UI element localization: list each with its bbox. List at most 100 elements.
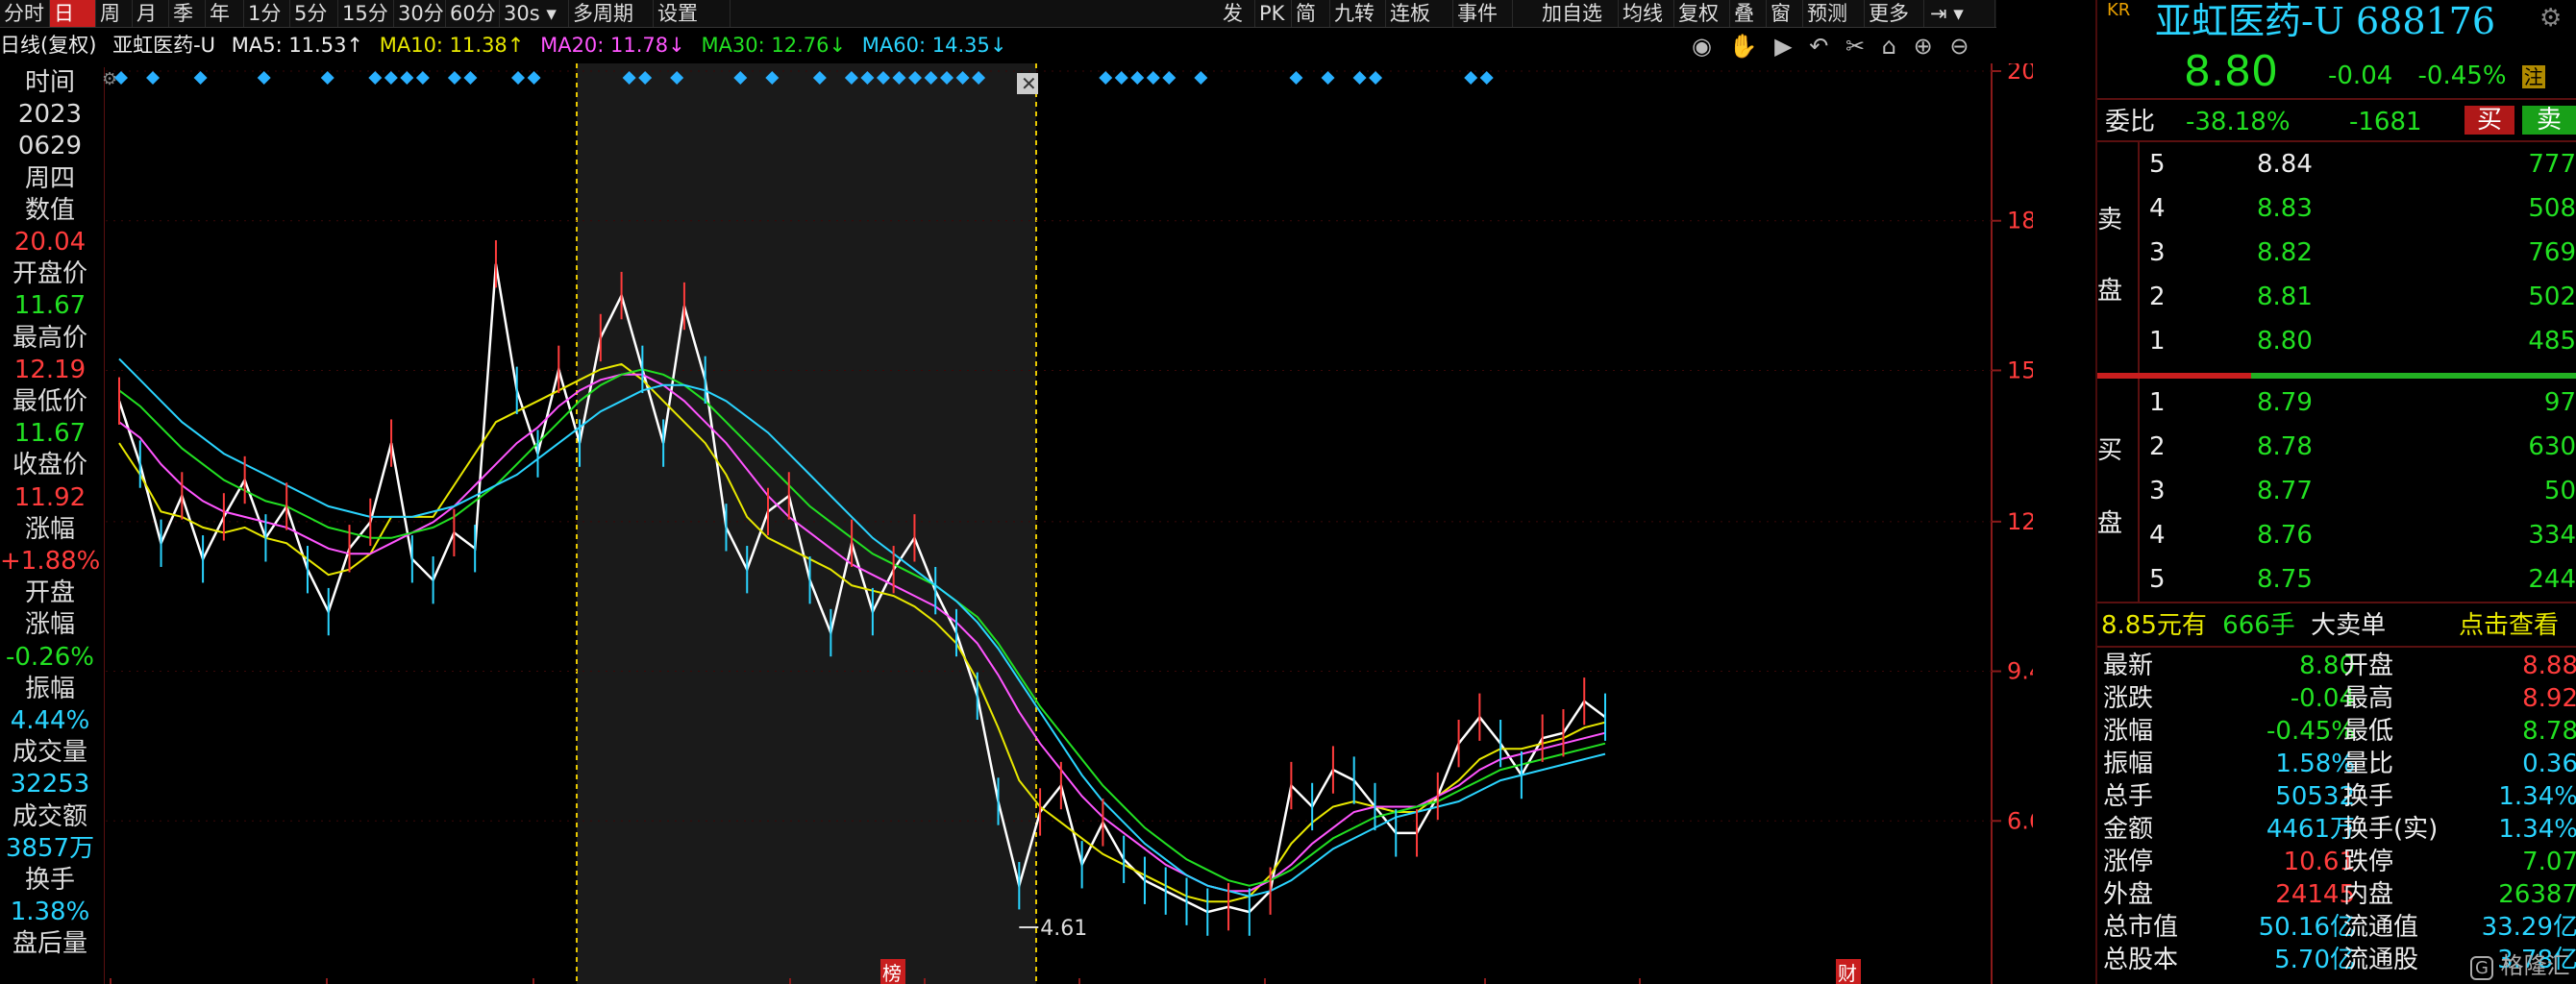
zoom-out-icon[interactable]: ⊖ xyxy=(1949,33,1969,60)
toolbar-item-1[interactable]: PK xyxy=(1255,0,1292,27)
stat-v2-1: 8.92 xyxy=(2522,684,2576,713)
ask-lvl-4: 1 xyxy=(2149,327,2166,356)
signal-diamond-6 xyxy=(384,71,398,85)
sell-button[interactable]: 卖 xyxy=(2522,106,2576,135)
watermark-icon: G xyxy=(2470,956,2493,980)
period-tab-10[interactable]: 60分 xyxy=(446,0,500,27)
left-info-26: 1.38% xyxy=(10,898,90,927)
bid-vol-3: 334 xyxy=(2528,521,2576,550)
signal-diamond-7 xyxy=(400,71,414,85)
period-tab-1[interactable]: 日 xyxy=(50,0,96,27)
watermark-text: 格隆汇 xyxy=(2500,952,2570,979)
y-tick-label-0: 20.86 xyxy=(2007,63,2033,85)
bid-price-2[interactable]: 8.77 xyxy=(2257,477,2313,505)
period-tab-8[interactable]: 15分 xyxy=(338,0,394,27)
bid-vol-2: 50 xyxy=(2543,477,2576,505)
toolbar-item-7[interactable]: 均线 xyxy=(1619,0,1674,27)
ask-price-1[interactable]: 8.83 xyxy=(2257,194,2313,223)
bid-price-1[interactable]: 8.78 xyxy=(2257,432,2313,461)
signal-diamond-28 xyxy=(1099,71,1113,85)
eye-icon[interactable]: ◉ xyxy=(1692,33,1712,60)
signal-diamond-35 xyxy=(1321,71,1335,85)
period-tab-13[interactable]: 设置 xyxy=(654,0,731,27)
scissors-icon[interactable]: ✂ xyxy=(1845,33,1865,60)
undo-icon[interactable]: ↶ xyxy=(1809,33,1828,60)
ask-price-0[interactable]: 8.84 xyxy=(2257,150,2313,179)
stat-l2-8: 流通值 xyxy=(2343,913,2419,942)
stat-v2-5: 1.34% xyxy=(2498,815,2576,844)
toolbar-item-5[interactable]: 事件 xyxy=(1453,0,1513,27)
y-tick-label-4: 9.47 xyxy=(2007,658,2033,685)
gear-icon[interactable]: ⚙ xyxy=(2539,4,2562,33)
bottom-marker-1: 财 xyxy=(1838,962,1857,984)
hand-icon[interactable]: ✋ xyxy=(1729,33,1758,60)
period-tab-11[interactable]: 30s ▾ xyxy=(500,0,569,27)
price-change-pct: -0.45% xyxy=(2417,62,2507,90)
toolbar-item-11[interactable]: 预测 xyxy=(1803,0,1865,27)
stat-l2-4: 换手 xyxy=(2343,782,2394,811)
exit-icon[interactable]: ⇥ ▾ xyxy=(1926,0,1995,27)
note-badge[interactable]: 注 xyxy=(2521,65,2545,88)
kline-chart[interactable]: ✕ 20.86 18.02 15.18 12.31 9.47 6.63 4.61 榜 财 xyxy=(106,63,2033,984)
left-info-11: 11.67 xyxy=(13,419,87,449)
stat-l1-0: 最新 xyxy=(2103,652,2154,680)
ma30-value: MA30: 12.76↓ xyxy=(701,34,847,57)
period-tab-3[interactable]: 月 xyxy=(133,0,169,27)
stat-l2-9: 流通股 xyxy=(2343,946,2419,974)
signal-diamond-33 xyxy=(1194,71,1208,85)
period-tab-5[interactable]: 年 xyxy=(206,0,244,27)
toolbar-item-12[interactable]: 更多 xyxy=(1865,0,1924,27)
signal-diamond-38 xyxy=(1464,71,1478,85)
toolbar-item-10[interactable]: 窗 xyxy=(1767,0,1803,27)
play-icon[interactable]: ▶ xyxy=(1774,33,1792,60)
toolbar-item-2[interactable]: 简 xyxy=(1292,0,1330,27)
sell-strength-bar xyxy=(2097,373,2251,379)
lock-icon[interactable]: ⌂ xyxy=(1882,33,1896,60)
stock-name-label: 亚虹医药-U xyxy=(112,34,216,57)
ask-lvl-1: 4 xyxy=(2149,194,2166,223)
ask-price-3[interactable]: 8.81 xyxy=(2257,283,2313,311)
period-tab-2[interactable]: 周 xyxy=(96,0,133,27)
market-code-badge: KR xyxy=(2107,0,2131,20)
stat-l1-4: 总手 xyxy=(2103,782,2154,811)
stat-l1-5: 金额 xyxy=(2103,815,2154,844)
signal-diamond-2 xyxy=(193,71,208,85)
left-info-19: 振幅 xyxy=(24,674,75,703)
toolbar-item-8[interactable]: 复权 xyxy=(1674,0,1730,27)
period-tab-7[interactable]: 5分 xyxy=(290,0,338,27)
stat-l2-7: 内盘 xyxy=(2343,880,2394,909)
stat-l2-1: 最高 xyxy=(2343,684,2394,713)
toolbar-item-9[interactable]: 叠 xyxy=(1730,0,1767,27)
close-x-glyph: ✕ xyxy=(1021,72,1037,95)
ask-price-2[interactable]: 8.82 xyxy=(2257,238,2313,267)
dropdown-icon[interactable]: ▾ xyxy=(540,2,557,25)
stat-v2-2: 8.78 xyxy=(2522,717,2576,746)
bid-price-0[interactable]: 8.79 xyxy=(2257,388,2313,417)
period-tab-6[interactable]: 1分 xyxy=(244,0,290,27)
period-tab-0[interactable]: 分时 xyxy=(0,0,50,27)
period-tab-4[interactable]: 季 xyxy=(169,0,206,27)
bid-price-4[interactable]: 8.75 xyxy=(2257,565,2313,594)
toolbar-item-0[interactable]: 发 xyxy=(1219,0,1255,27)
toolbar-item-4[interactable]: 连板 xyxy=(1386,0,1453,27)
toolbar-item-3[interactable]: 九转 xyxy=(1330,0,1386,27)
bid-price-3[interactable]: 8.76 xyxy=(2257,521,2313,550)
stat-l2-0: 开盘 xyxy=(2343,652,2394,680)
buy-button[interactable]: 买 xyxy=(2465,106,2514,135)
last-price: 8.80 xyxy=(2184,47,2278,96)
view-details-link[interactable]: 点击查看 xyxy=(2459,611,2559,640)
toolbar-item-6[interactable]: 加自选 xyxy=(1538,0,1619,27)
big-order-row[interactable]: 8.85元有 666手 大卖单 xyxy=(2101,611,2386,640)
signal-diamond-32 xyxy=(1162,71,1177,85)
signal-diamond-1 xyxy=(146,71,161,85)
period-tab-12[interactable]: 多周期 xyxy=(569,0,654,27)
big-order-price: 8.85元有 xyxy=(2101,611,2207,640)
period-tab-9[interactable]: 30分 xyxy=(394,0,446,27)
stat-l1-8: 总市值 xyxy=(2103,913,2179,942)
ask-price-4[interactable]: 8.80 xyxy=(2257,327,2313,356)
ma5-value: MA5: 11.53↑ xyxy=(231,34,364,57)
left-info-7: 11.67 xyxy=(13,291,87,321)
left-info-13: 11.92 xyxy=(13,482,87,512)
zoom-in-icon[interactable]: ⊕ xyxy=(1914,33,1933,60)
chart-mode-label[interactable]: 日线(复权) xyxy=(0,34,96,57)
